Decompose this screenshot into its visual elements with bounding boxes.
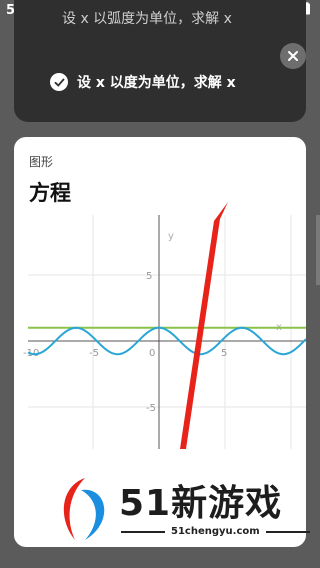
close-icon [288,51,298,61]
scroll-indicator [316,215,320,285]
y-tick-label: -5 [146,403,156,414]
solve-degrees-label: 设 x 以度为单位，求解 x [77,75,236,91]
x-tick-label: 0 [149,348,155,359]
annotation-arrow [180,202,228,449]
brand-name: 51新游戏 [119,483,283,524]
watermark: 51新游戏 51chengyu.com [55,470,310,550]
brand-url-row: 51chengyu.com [121,526,310,537]
x-tick-label: -5 [89,348,99,359]
y-tick-label: 5 [146,271,152,282]
brand-url: 51chengyu.com [171,526,260,537]
check-circle-icon [50,73,68,91]
y-axis-label: y [168,231,174,242]
solve-degrees-option[interactable]: 设 x 以度为单位，求解 x [50,72,236,92]
brand-logo-icon [63,478,105,540]
close-button[interactable] [280,43,306,69]
x-tick-label: 5 [221,348,227,359]
solve-radians-option[interactable]: 设 x 以弧度为单位，求解 x [62,8,232,28]
